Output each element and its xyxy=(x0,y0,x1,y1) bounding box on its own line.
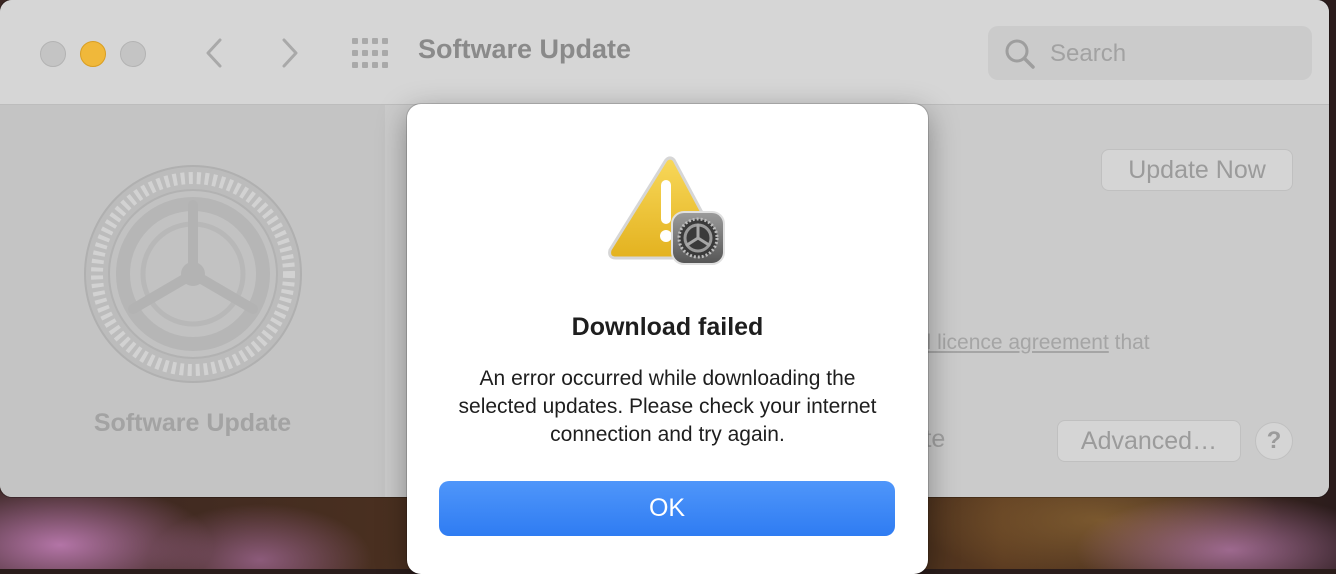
ok-button[interactable]: OK xyxy=(439,481,895,536)
search-icon xyxy=(1005,39,1035,69)
licence-agreement-link[interactable]: al licence agreement xyxy=(915,331,1109,354)
search-input[interactable] xyxy=(1048,36,1302,72)
software-update-gear-icon xyxy=(84,165,302,383)
forward-button[interactable] xyxy=(274,36,304,70)
window-toolbar: Software Update xyxy=(0,0,1329,105)
sidebar-panel: Software Update xyxy=(0,105,385,497)
advanced-button[interactable]: Advanced… xyxy=(1057,420,1241,462)
warning-gear-icon xyxy=(608,156,725,265)
grid-icon xyxy=(352,38,388,68)
window-title: Software Update xyxy=(418,34,632,64)
minimize-window-button[interactable] xyxy=(80,41,106,67)
update-now-button[interactable]: Update Now xyxy=(1101,149,1293,191)
chevron-left-icon xyxy=(206,38,222,68)
show-all-button[interactable] xyxy=(352,38,390,68)
close-window-button[interactable] xyxy=(40,41,66,67)
dialog-title: Download failed xyxy=(571,313,764,341)
help-button[interactable]: ? xyxy=(1255,422,1293,460)
sidebar-title: Software Update xyxy=(93,409,292,437)
search-field[interactable] xyxy=(988,26,1312,80)
licence-text: al licence agreement that xyxy=(915,331,1150,355)
zoom-window-button[interactable] xyxy=(120,41,146,67)
chevron-right-icon xyxy=(282,38,298,68)
licence-trailing-text: that xyxy=(1108,331,1150,354)
dialog-message: An error occurred while downloading the … xyxy=(458,367,877,446)
download-failed-dialog: Download failed An error occurred while … xyxy=(407,104,928,574)
back-button[interactable] xyxy=(200,36,230,70)
